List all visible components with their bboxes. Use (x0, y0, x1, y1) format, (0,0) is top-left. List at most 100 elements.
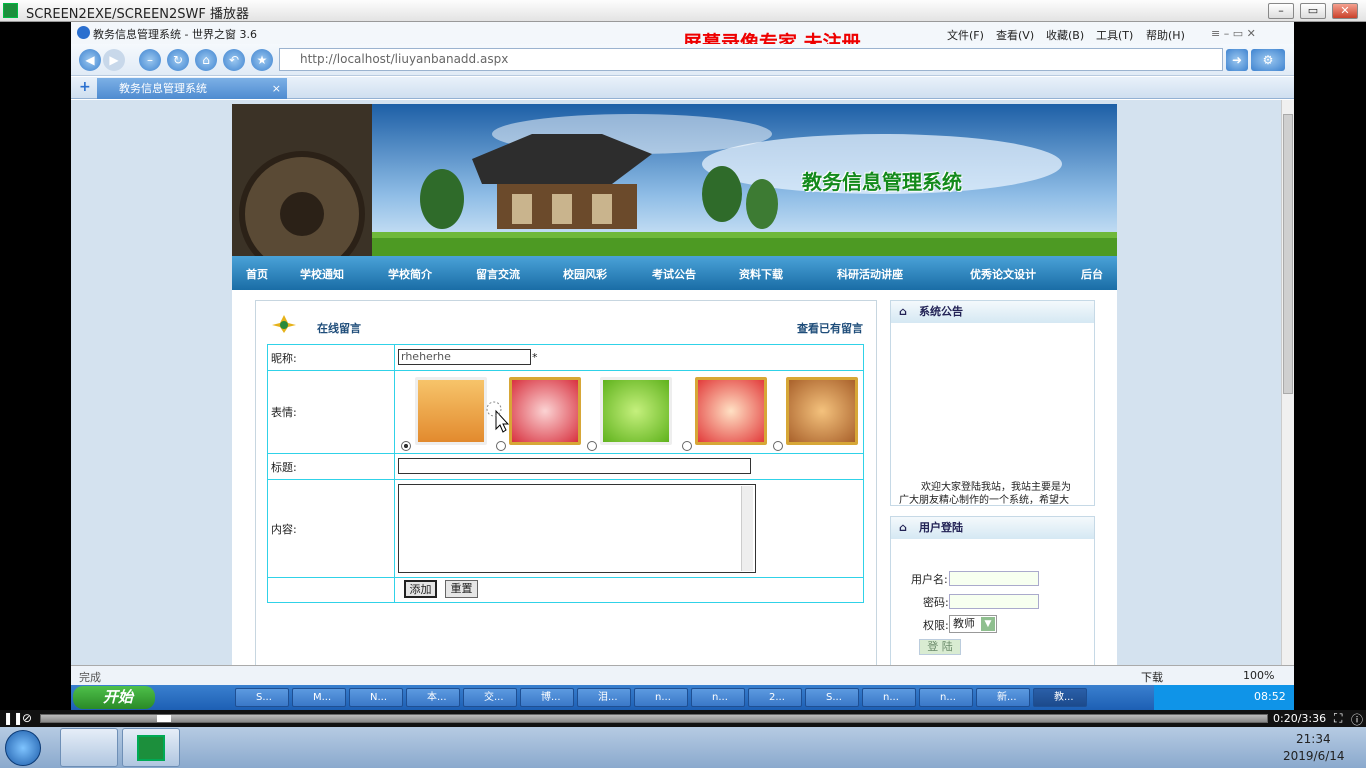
page-scrollbar[interactable] (1281, 100, 1294, 684)
player-app-icon (137, 735, 165, 761)
taskbar-item[interactable]: n... (634, 688, 688, 707)
banner-image (232, 104, 1117, 256)
favorite-star-icon[interactable]: ★ (251, 49, 273, 71)
nav-downloads[interactable]: 资料下载 (739, 266, 783, 282)
refresh-icon[interactable]: ↻ (167, 49, 189, 71)
face-1-image[interactable] (415, 377, 487, 445)
nav-messages[interactable]: 留言交流 (476, 266, 520, 282)
minimize-button[interactable]: – (1268, 3, 1294, 19)
nav-papers[interactable]: 优秀论文设计 (970, 266, 1036, 282)
textarea-scrollbar[interactable] (741, 486, 753, 571)
taskbar-item[interactable]: 泪... (577, 688, 631, 707)
taskbar-item[interactable]: 交... (463, 688, 517, 707)
face-4-image[interactable] (695, 377, 767, 445)
username-input[interactable] (949, 571, 1039, 586)
menu-favorites[interactable]: 收藏(B) (1046, 27, 1084, 43)
tools-wrench-icon[interactable]: ⚙ (1251, 49, 1285, 71)
taskbar-item[interactable]: 本... (406, 688, 460, 707)
taskbar-item[interactable]: 2... (748, 688, 802, 707)
windows-start-icon[interactable] (5, 730, 41, 766)
view-messages-link[interactable]: 查看已有留言 (797, 320, 863, 336)
nav-intro[interactable]: 学校简介 (388, 266, 432, 282)
menu-help[interactable]: 帮助(H) (1146, 27, 1185, 43)
face-4-radio[interactable] (682, 441, 692, 451)
menu-view[interactable]: 查看(V) (996, 27, 1034, 43)
login-header: ⌂ 用户登陆 (891, 517, 1094, 539)
status-bar: 完成 下载 100% (71, 665, 1294, 685)
close-button[interactable]: ✕ (1332, 3, 1358, 19)
fullscreen-icon[interactable]: ⛶ (1334, 711, 1342, 726)
empty-cell (267, 577, 395, 603)
pause-icon[interactable]: ❚❚ (3, 711, 23, 725)
taskbar-item[interactable]: 教... (1033, 688, 1087, 707)
browser-window-controls[interactable]: ≡ – ▭ ✕ (1211, 27, 1256, 40)
tab-main[interactable]: 教务信息管理系统 × (97, 78, 287, 99)
tab-bar: + 教务信息管理系统 × (71, 77, 1294, 99)
taskbar-item[interactable]: 博... (520, 688, 574, 707)
login-button[interactable]: 登 陆 (919, 639, 961, 655)
title-input[interactable] (398, 458, 751, 474)
forward-icon[interactable]: ▶ (103, 49, 125, 71)
back-icon[interactable]: ◀ (79, 49, 101, 71)
stop-icon[interactable]: – (139, 49, 161, 71)
nav-campus[interactable]: 校园风彩 (563, 266, 607, 282)
scroll-thumb[interactable] (1283, 114, 1293, 394)
face-3-image[interactable] (600, 377, 672, 445)
stop-icon[interactable]: ⊘ (22, 711, 32, 725)
role-select[interactable]: 教师 ▼ (949, 615, 997, 633)
reset-button[interactable]: 重置 (445, 580, 478, 598)
nav-home[interactable]: 首页 (246, 266, 268, 282)
start-button[interactable]: 开始 (73, 686, 155, 709)
message-form: 昵称: rheherhe * 表情: 标题: 内容: 添加 重置 (267, 344, 864, 603)
tab-close-icon[interactable]: × (272, 78, 281, 99)
new-tab-icon[interactable]: + (79, 79, 91, 95)
role-label: 权限: (923, 619, 949, 632)
nav-notice[interactable]: 学校通知 (300, 266, 344, 282)
go-icon[interactable]: ➜ (1226, 49, 1248, 71)
progress-bar[interactable] (40, 714, 1268, 723)
player-title-bar: SCREEN2EXE/SCREEN2SWF 播放器 – ▭ ✕ (0, 0, 1366, 22)
add-button[interactable]: 添加 (404, 580, 437, 598)
login-panel: ⌂ 用户登陆 用户名: 密码: 权限: 教师 ▼ 登 陆 (890, 516, 1095, 684)
nav-admin[interactable]: 后台 (1081, 266, 1103, 282)
info-icon[interactable]: ⓘ (1351, 711, 1363, 728)
xp-taskbar: 开始 S... M... N... 本... 交... 博... 泪... n... n... 2… (71, 685, 1294, 710)
clock-date: 2019/6/14 (1283, 749, 1345, 763)
face-2-image[interactable] (509, 377, 581, 445)
download-label[interactable]: 下载 (1141, 669, 1163, 685)
explorer-taskbar-icon[interactable] (60, 728, 118, 767)
progress-knob[interactable] (157, 715, 172, 722)
address-bar[interactable]: http://localhost/liuyanbanadd.aspx (279, 48, 1223, 71)
nickname-input[interactable]: rheherhe (398, 349, 531, 365)
face-3-radio[interactable] (587, 441, 597, 451)
nav-exams[interactable]: 考试公告 (652, 266, 696, 282)
taskbar-item[interactable]: n... (919, 688, 973, 707)
face-5-image[interactable] (786, 377, 858, 445)
face-1-radio[interactable] (401, 441, 411, 451)
login-title: 用户登陆 (919, 521, 963, 534)
player-taskbar-icon[interactable] (122, 728, 180, 767)
taskbar-item[interactable]: S... (805, 688, 859, 707)
menu-tools[interactable]: 工具(T) (1096, 27, 1133, 43)
home-icon[interactable]: ⌂ (195, 49, 217, 71)
maximize-button[interactable]: ▭ (1300, 3, 1326, 19)
face-5-radio[interactable] (773, 441, 783, 451)
password-input[interactable] (949, 594, 1039, 609)
clock-time: 21:34 (1296, 732, 1331, 746)
menu-file[interactable]: 文件(F) (947, 27, 984, 43)
taskbar-item[interactable]: S... (235, 688, 289, 707)
undo-icon[interactable]: ↶ (223, 49, 245, 71)
taskbar-item[interactable]: n... (862, 688, 916, 707)
nav-research[interactable]: 科研活动讲座 (837, 266, 903, 282)
site-nav: 首页 学校通知 学校简介 留言交流 校园风彩 考试公告 资料下载 科研活动讲座 … (232, 256, 1117, 290)
face-2-radio[interactable] (496, 441, 506, 451)
taskbar-item[interactable]: n... (691, 688, 745, 707)
taskbar-item[interactable]: M... (292, 688, 346, 707)
site-container: 教务信息管理系统 首页 学校通知 学校简介 留言交流 校园风彩 考试公告 资料下… (232, 104, 1117, 684)
taskbar-item[interactable]: 新... (976, 688, 1030, 707)
nickname-label: 昵称: (267, 344, 395, 371)
content-textarea[interactable] (398, 484, 756, 573)
zoom-level[interactable]: 100% (1243, 669, 1274, 682)
system-tray: 08:52 (1154, 685, 1294, 710)
taskbar-item[interactable]: N... (349, 688, 403, 707)
